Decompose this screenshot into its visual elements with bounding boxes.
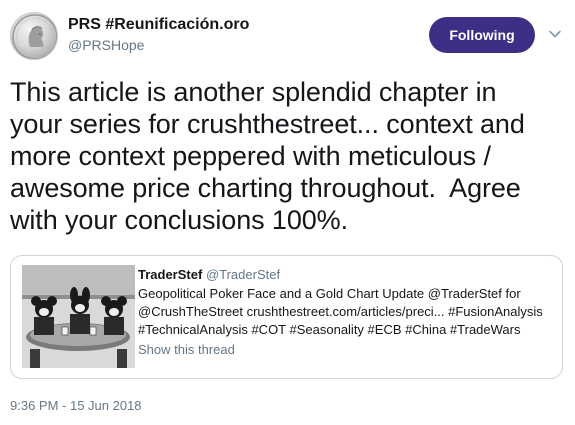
quoted-tweet-image[interactable] — [22, 265, 135, 368]
quoted-tweet-author: TraderStef @TraderStef — [138, 266, 556, 283]
show-thread-link[interactable]: Show this thread — [138, 341, 556, 359]
following-button[interactable]: Following — [429, 17, 535, 53]
coin-portrait-icon — [12, 14, 57, 59]
tweet-timestamp[interactable]: 9:36 PM - 15 Jun 2018 — [10, 397, 142, 415]
quoted-tweet-text: Geopolitical Poker Face and a Gold Chart… — [138, 285, 556, 339]
cartoon-poker-image — [22, 265, 135, 368]
quoted-text-line: #TechnicalAnalysis #COT #Seasonality #EC… — [138, 322, 521, 337]
quoted-author-handle: @TraderStef — [205, 267, 281, 282]
author-handle[interactable]: @PRSHope — [68, 35, 249, 55]
quoted-tweet[interactable]: TraderStef @TraderStef Geopolitical Poke… — [10, 255, 563, 379]
quoted-author-name: TraderStef — [138, 267, 203, 282]
author-display-name[interactable]: PRS #Reunificación.oro — [68, 15, 249, 35]
tweet-text: This article is another splendid chapter… — [10, 77, 525, 235]
tweet-header: PRS #Reunificación.oro @PRSHope Followin… — [10, 10, 565, 62]
avatar[interactable] — [10, 12, 58, 60]
quoted-text-line: @CrushTheStreet crushthestreet.com/artic… — [138, 304, 543, 319]
quoted-text-line: Geopolitical Poker Face and a Gold Chart… — [138, 286, 521, 301]
author-names: PRS #Reunificación.oro @PRSHope — [68, 15, 249, 55]
chevron-down-icon[interactable] — [548, 27, 562, 41]
quoted-tweet-body: TraderStef @TraderStef Geopolitical Poke… — [138, 266, 556, 359]
